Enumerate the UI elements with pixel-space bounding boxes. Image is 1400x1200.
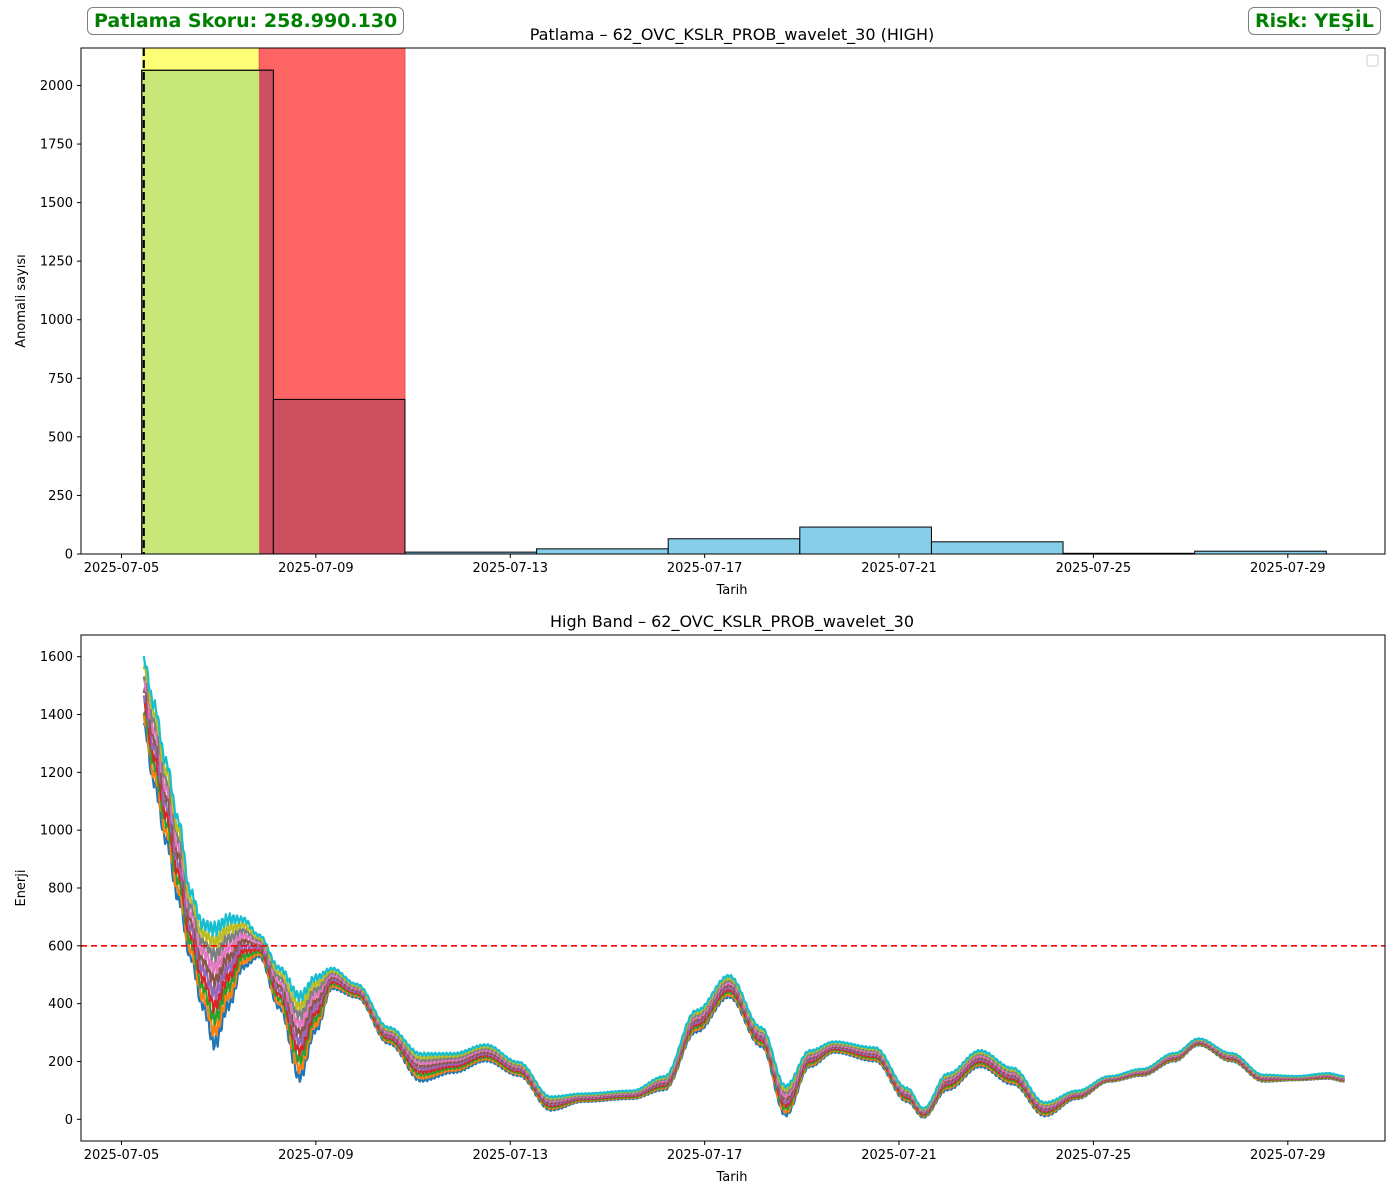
top-x-tick-label: 2025-07-21 — [861, 561, 937, 576]
top-y-tick-label: 1500 — [40, 196, 73, 211]
histogram-bar — [536, 548, 669, 555]
bottom-y-ticks: 0 200 400 600 800 1000 1200 1400 1600 — [40, 650, 81, 1128]
bottom-y-tick-label: 1200 — [40, 766, 73, 781]
histogram-bar-overlap — [259, 70, 274, 554]
bottom-x-tick-label: 2025-07-09 — [278, 1148, 354, 1163]
bottom-y-tick-label: 0 — [65, 1113, 73, 1128]
histogram-bar — [141, 69, 274, 555]
bottom-y-tick-label: 1600 — [40, 650, 73, 665]
top-legend-box — [1366, 54, 1379, 67]
top-x-tick-label: 2025-07-13 — [472, 561, 548, 576]
bottom-y-tick-label: 600 — [48, 939, 73, 954]
top-y-tick-label: 500 — [48, 430, 73, 445]
energy-series-line — [142, 663, 1345, 1111]
bottom-y-tick-label: 1000 — [40, 824, 73, 839]
top-plot-area — [141, 47, 1327, 555]
top-chart-title: Patlama – 62_OVC_KSLR_PROB_wavelet_30 (H… — [530, 25, 935, 45]
top-y-tick-label: 1750 — [40, 138, 73, 153]
top-x-tick-label: 2025-07-09 — [278, 561, 354, 576]
energy-series-line — [142, 695, 1345, 1115]
bottom-x-axis-label: Tarih — [716, 1170, 748, 1185]
histogram-bar — [667, 538, 801, 555]
bottom-x-ticks: 2025-07-05 2025-07-09 2025-07-13 2025-07-17… — [84, 1141, 1326, 1163]
energy-series-line — [142, 655, 1345, 1110]
top-x-tick-label: 2025-07-29 — [1250, 561, 1326, 576]
top-y-ticks: 0 250 500 750 1000 1250 1500 1750 2000 — [40, 79, 81, 563]
bottom-y-tick-label: 800 — [48, 882, 73, 897]
anomaly-histogram-chart: Patlama – 62_OVC_KSLR_PROB_wavelet_30 (H… — [14, 25, 1386, 598]
bottom-y-tick-label: 200 — [48, 1055, 73, 1070]
bottom-x-tick-label: 2025-07-13 — [472, 1148, 548, 1163]
top-y-tick-label: 2000 — [40, 79, 73, 94]
energy-series-line — [142, 677, 1345, 1113]
bottom-x-tick-label: 2025-07-21 — [861, 1148, 937, 1163]
high-band-line-chart: High Band – 62_OVC_KSLR_PROB_wavelet_30 … — [14, 612, 1386, 1185]
top-x-tick-label: 2025-07-25 — [1056, 561, 1132, 576]
bottom-y-axis-label: Enerji — [14, 869, 29, 906]
bottom-x-tick-label: 2025-07-17 — [667, 1148, 743, 1163]
histogram-bar — [930, 541, 1064, 555]
bottom-x-tick-label: 2025-07-25 — [1056, 1148, 1132, 1163]
energy-series-line — [142, 675, 1345, 1112]
top-x-axis-label: Tarih — [716, 583, 748, 598]
top-y-axis-label: Anomali sayısı — [14, 254, 29, 348]
top-y-tick-label: 1000 — [40, 313, 73, 328]
top-y-tick-label: 750 — [48, 372, 73, 387]
bottom-axes-frame — [80, 634, 1386, 1142]
top-x-ticks: 2025-07-05 2025-07-09 2025-07-13 2025-07-17… — [84, 554, 1326, 576]
histogram-bar — [272, 398, 406, 555]
bottom-plot-area — [81, 655, 1385, 1119]
histogram-bar — [799, 526, 932, 555]
figure: Patlama – 62_OVC_KSLR_PROB_wavelet_30 (H… — [14, 25, 1386, 1185]
energy-series-line — [142, 686, 1345, 1114]
top-y-tick-label: 1250 — [40, 255, 73, 270]
top-x-tick-label: 2025-07-05 — [84, 561, 160, 576]
bottom-chart-title: High Band – 62_OVC_KSLR_PROB_wavelet_30 — [550, 612, 914, 632]
energy-series-line — [143, 700, 1345, 1116]
bottom-x-tick-label: 2025-07-29 — [1250, 1148, 1326, 1163]
top-y-tick-label: 250 — [48, 489, 73, 504]
bottom-y-tick-label: 400 — [48, 997, 73, 1012]
top-y-tick-label: 0 — [65, 548, 73, 563]
top-x-tick-label: 2025-07-17 — [667, 561, 743, 576]
bottom-y-tick-label: 1400 — [40, 708, 73, 723]
bottom-x-tick-label: 2025-07-05 — [84, 1148, 160, 1163]
